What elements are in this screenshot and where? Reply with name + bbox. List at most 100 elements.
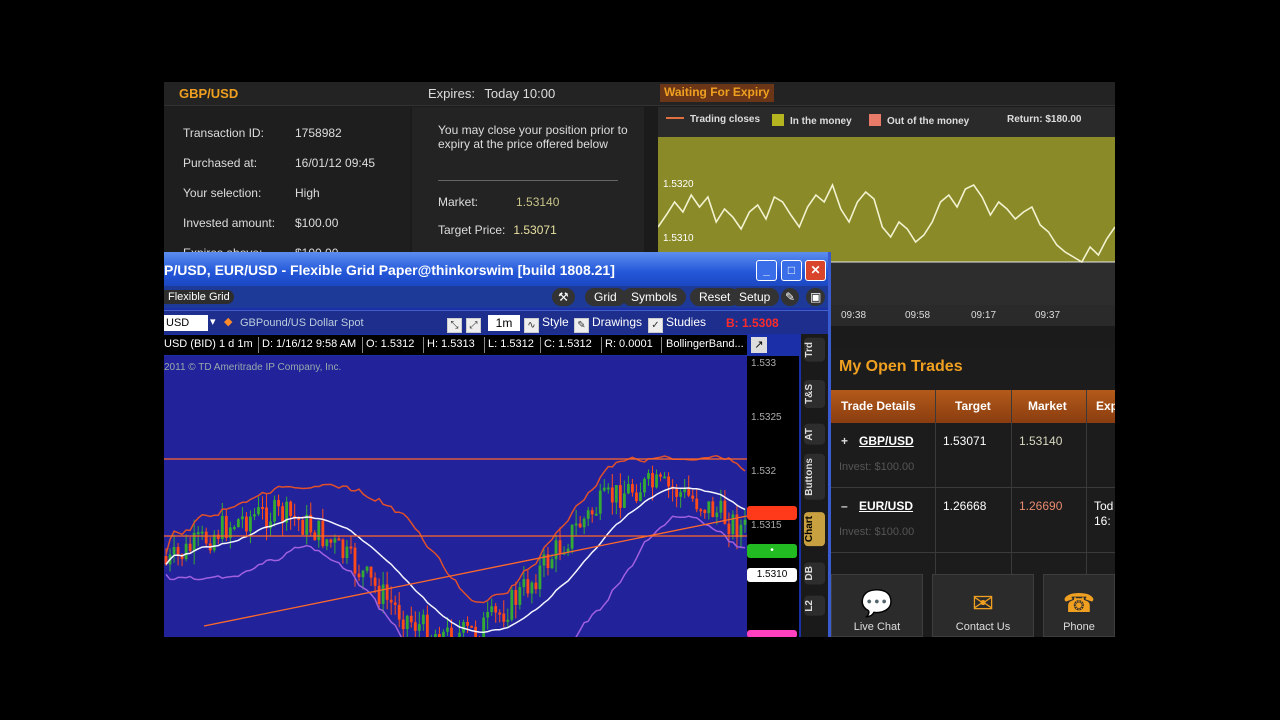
- tab-trade[interactable]: Trd: [804, 338, 825, 362]
- grid-button[interactable]: Grid: [585, 288, 626, 306]
- candle-body: [236, 519, 240, 528]
- candle-body: [345, 546, 349, 558]
- trend-line: [203, 515, 747, 627]
- candle-body: [196, 532, 200, 535]
- window-titlebar[interactable]: P/USD, EUR/USD - Flexible Grid Paper@thi…: [164, 252, 828, 286]
- candle-body: [731, 514, 735, 535]
- candle-body: [707, 501, 711, 514]
- ohlc-bar: USD (BID) 1 d 1m D: 1/16/12 9:58 AM O: 1…: [164, 335, 767, 355]
- status-badge: Waiting For Expiry: [660, 84, 774, 102]
- symbol-input[interactable]: USD: [164, 315, 208, 331]
- candle-body: [715, 512, 719, 518]
- wrench-icon[interactable]: ⚒: [552, 288, 575, 306]
- candle-body: [618, 485, 622, 508]
- candle-body: [659, 474, 662, 477]
- open-trade-row[interactable]: – EUR/USD Invest: $100.00 1.26668 1.26690…: [831, 489, 1115, 553]
- tab-dashboard[interactable]: DB: [804, 562, 825, 585]
- open-trades-title: My Open Trades: [839, 358, 963, 375]
- market-value: 1.53140: [516, 195, 560, 209]
- pin-icon[interactable]: ✎: [781, 288, 800, 306]
- legend-swatch: [772, 114, 784, 126]
- phone-button[interactable]: ☎ Phone: [1043, 574, 1115, 637]
- setup-button[interactable]: Setup: [730, 288, 780, 306]
- mini-y-top: 1.5320: [663, 179, 694, 190]
- expires-label: Expires:: [428, 86, 475, 101]
- live-chat-button[interactable]: 💬 Live Chat: [831, 574, 923, 637]
- candle-body: [699, 509, 703, 512]
- col-market: Market: [1028, 399, 1067, 413]
- candle-body: [425, 614, 429, 637]
- price-tick: 1.5315: [751, 520, 782, 531]
- detach-icon[interactable]: ▣: [806, 288, 826, 306]
- pan-tool-icon[interactable]: ⤢: [466, 315, 484, 333]
- close-button[interactable]: ✕: [805, 260, 826, 281]
- candle-body: [253, 514, 256, 517]
- symbol-dropdown-icon[interactable]: ▾: [210, 315, 216, 328]
- candle-body: [679, 492, 683, 497]
- ohlc-pair: USD (BID) 1 d 1m: [164, 338, 253, 350]
- candle-body: [606, 487, 610, 490]
- candle-body: [655, 474, 658, 488]
- tab-buttons[interactable]: Buttons: [804, 454, 825, 500]
- candle-body: [631, 484, 634, 493]
- divider: [423, 337, 424, 353]
- candle-body: [446, 627, 449, 632]
- candle-body: [550, 559, 554, 569]
- contact-us-button[interactable]: ✉ Contact Us: [932, 574, 1034, 637]
- candle-body: [667, 476, 671, 487]
- symbols-button[interactable]: Symbols: [622, 288, 687, 306]
- tab-level2[interactable]: L2: [804, 596, 825, 616]
- expires-value: Today 10:00: [484, 86, 556, 101]
- candle-body: [594, 513, 598, 516]
- candle-body: [574, 523, 578, 526]
- candle-body: [232, 527, 236, 530]
- market-row: Market: 1.53140: [438, 195, 560, 209]
- trade-pair-title: GBP/USD: [179, 86, 239, 101]
- candlestick-chart[interactable]: 2011 © TD Ameritrade IP Company, Inc.: [164, 356, 747, 637]
- candle-body: [450, 627, 453, 637]
- grid-toolbar: Flexible Grid ⚒ Grid Symbols Reset Setup…: [164, 286, 828, 308]
- candle-body: [635, 492, 638, 502]
- candle-body: [558, 540, 562, 554]
- candle-body: [590, 510, 594, 515]
- collapse-icon[interactable]: –: [841, 499, 859, 513]
- studies-menu[interactable]: ✓ Studies: [648, 315, 706, 333]
- col-trade-details: Trade Details: [841, 399, 916, 413]
- candle-body: [172, 547, 176, 555]
- candle-body: [353, 547, 357, 574]
- expand-icon[interactable]: +: [841, 434, 859, 448]
- trade-pair-link[interactable]: – EUR/USD: [841, 499, 913, 513]
- thinkorswim-window[interactable]: P/USD, EUR/USD - Flexible Grid Paper@thi…: [164, 252, 831, 637]
- tab-chart[interactable]: Chart: [804, 512, 825, 547]
- chart-settings-icon[interactable]: ↗: [751, 337, 767, 353]
- close-position-note: You may close your position prior to exp…: [438, 123, 628, 151]
- candle-body: [349, 546, 353, 549]
- style-menu[interactable]: ∿ Style: [524, 315, 569, 333]
- candle-body: [200, 531, 204, 534]
- chart-copyright: 2011 © TD Ameritrade IP Company, Inc.: [164, 362, 342, 373]
- trade-pair-link[interactable]: + GBP/USD: [841, 434, 914, 448]
- link-icon[interactable]: ◆: [224, 315, 232, 328]
- candle-body: [643, 478, 646, 493]
- price-tick: 1.5325: [751, 412, 782, 423]
- legend-swatch: [869, 114, 881, 126]
- drawings-menu[interactable]: ✎ Drawings: [574, 315, 642, 333]
- candle-body: [265, 507, 268, 529]
- open-trade-row[interactable]: + GBP/USD Invest: $100.00 1.53071 1.53140: [831, 424, 1115, 488]
- candle-body: [663, 476, 666, 479]
- study-name[interactable]: BollingerBand...: [666, 338, 744, 350]
- tab-time-and-sales[interactable]: T&S: [804, 380, 825, 408]
- tab-active-trader[interactable]: AT: [804, 424, 825, 445]
- candle-body: [409, 615, 413, 623]
- maximize-button[interactable]: □: [781, 260, 802, 281]
- minimize-button[interactable]: _: [756, 260, 777, 281]
- candle-body: [245, 516, 248, 532]
- candle-body: [438, 634, 441, 637]
- mail-icon: ✉: [972, 588, 994, 618]
- mini-time-tick: 09:37: [1035, 310, 1061, 321]
- interval-select[interactable]: 1m: [488, 315, 520, 331]
- zoom-tool-icon[interactable]: ⤡: [447, 315, 465, 333]
- candle-body: [578, 523, 582, 528]
- candle-body: [538, 565, 542, 590]
- candle-body: [626, 484, 630, 494]
